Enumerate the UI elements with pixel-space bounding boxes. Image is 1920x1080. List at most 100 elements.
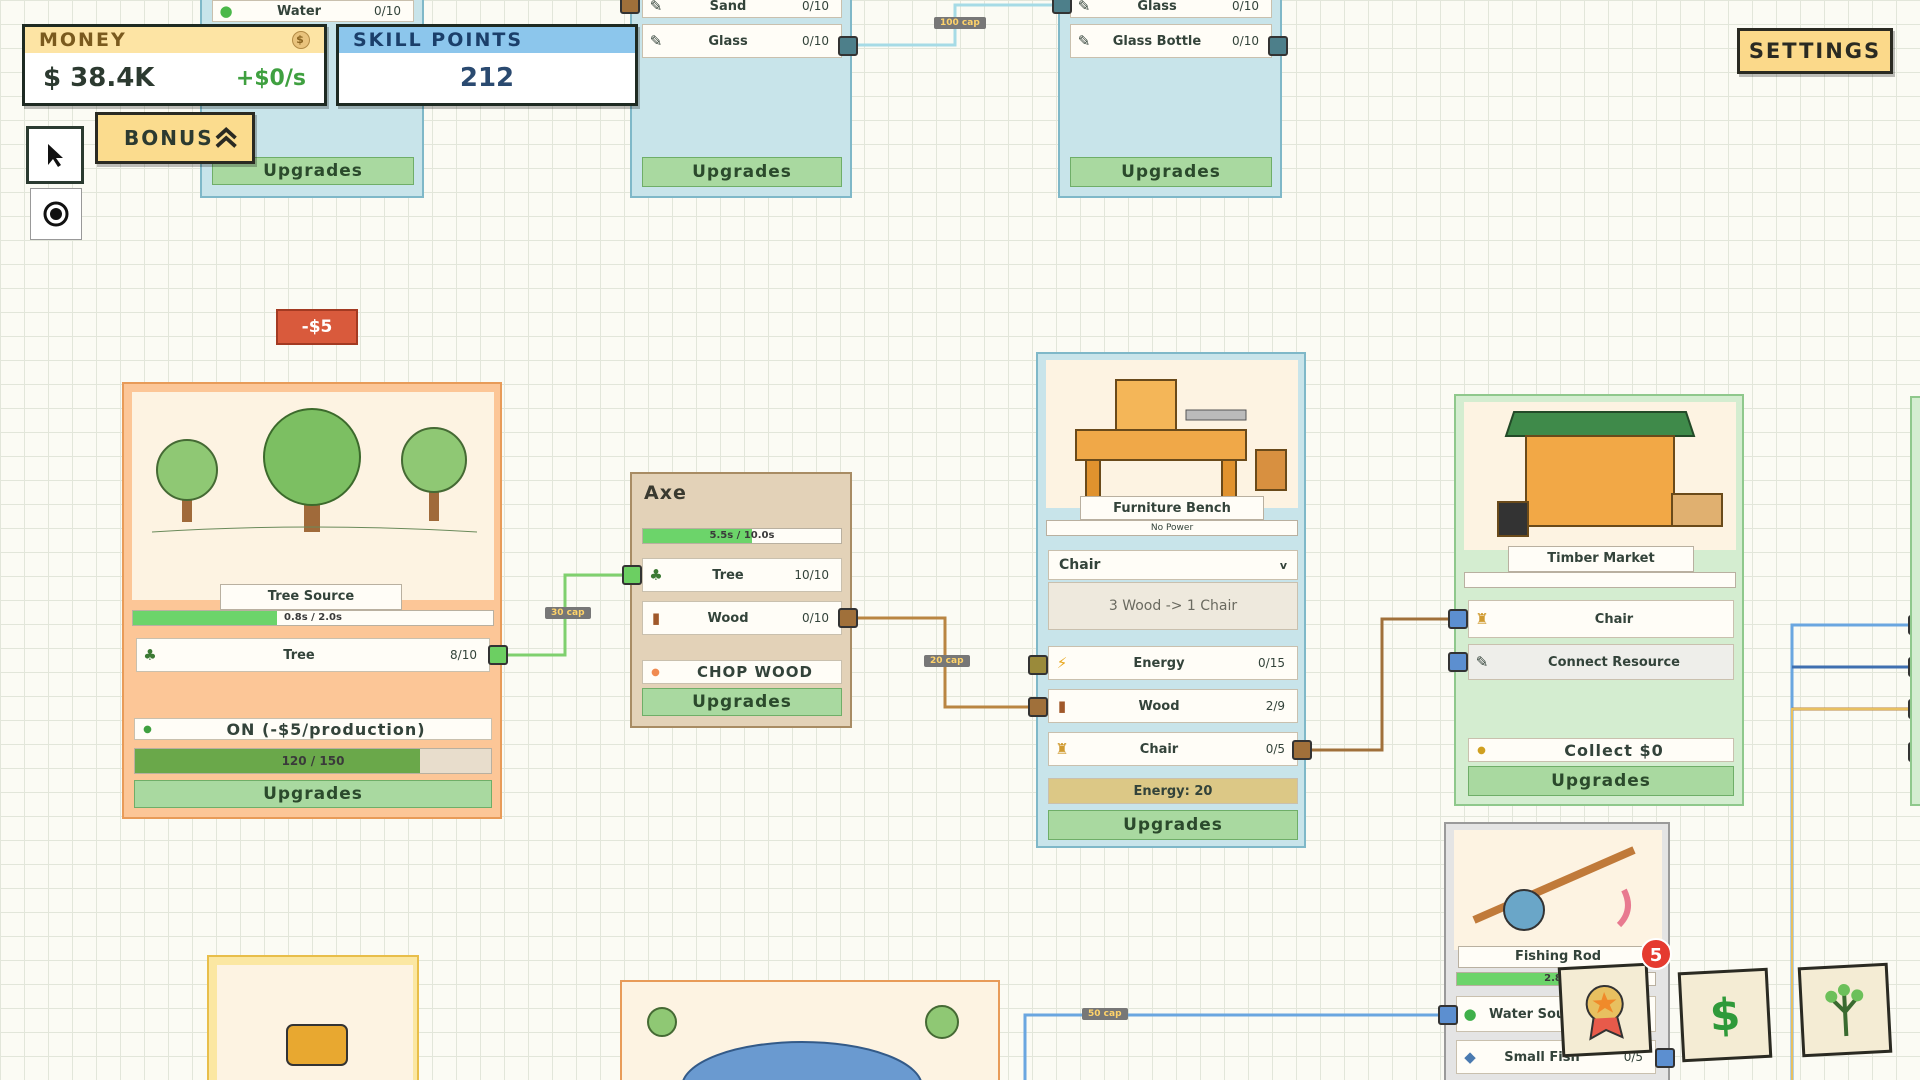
shop-button[interactable]: $ [1677,967,1773,1063]
skill-tree-button[interactable] [1797,962,1893,1058]
wood-log-icon: ▮ [1057,697,1067,715]
chair-icon: ♜ [1055,740,1069,758]
input-port[interactable] [1052,0,1072,14]
resource-row: ▮ Wood 2/9 [1048,689,1298,723]
top-card-glassblower[interactable]: ✎ Glass 0/10 ✎ Glass Bottle 0/10 Upgrade… [1058,0,1282,198]
production-toggle[interactable]: ● ON (-$5/production) [134,718,492,740]
pointer-tool-button[interactable] [26,126,84,184]
resource-row: ♣ Tree 10/10 [642,558,842,592]
toaster-card[interactable] [207,955,419,1080]
money-value: $ 38.4K [43,63,155,93]
input-port[interactable] [622,565,642,585]
upgrades-button[interactable]: Upgrades [1070,157,1272,187]
output-port[interactable] [1292,740,1312,760]
glass-icon: ✎ [649,32,663,50]
water-drop-icon: ● [1463,1005,1477,1023]
money-label: MONEY [39,29,127,51]
upgrades-button[interactable]: Upgrades [642,688,842,716]
energy-bar: Energy: 20 [1048,778,1298,804]
medal-icon [1585,985,1624,1041]
tree-source-card[interactable]: Tree Source 0.8s / 2.0s ♣ Tree 8/10 ● ON… [122,382,502,819]
card-title: Tree Source [220,584,402,610]
card-title: Axe [644,482,687,504]
row-label: Glass Bottle [1112,33,1202,49]
lightning-icon: ⚡ [1056,654,1068,672]
row-label: Tree [283,647,315,663]
row-count: 0/10 [802,34,829,48]
toaster-art [217,965,413,1080]
wire-bench-to-market [1300,617,1460,752]
recipe-select[interactable]: Chair v [1048,550,1298,580]
input-port[interactable] [1028,697,1048,717]
connect-resource-row[interactable]: ✎ Connect Resource [1468,644,1734,680]
lake-card[interactable] [620,980,1000,1080]
timber-market-card[interactable]: Timber Market ♜ Chair ✎ Connect Resource… [1454,394,1744,806]
upgrades-button[interactable]: Upgrades [642,157,842,187]
wire-capacity-tag: 30 cap [545,607,591,619]
action-label: CHOP WOOD [696,663,814,681]
output-port[interactable] [620,0,640,14]
resource-row: ⚡ Energy 0/15 [1048,646,1298,680]
resource-row: ✎ Sand 0/10 [642,0,842,18]
toggle-label: ON (-$5/production) [226,719,426,739]
status-dot-icon: ● [1477,744,1487,756]
row-label: Connect Resource [1548,654,1680,670]
lake-illustration [622,982,998,1080]
upgrades-button[interactable]: Upgrades [1468,766,1734,796]
production-progress: 5.5s / 10.0s [642,528,842,544]
row-count: 0/10 [802,0,829,13]
offscreen-card-edge [1910,396,1920,806]
svg-text:$: $ [1708,989,1741,1041]
recipe-info: 3 Wood -> 1 Chair [1048,582,1298,630]
double-chevron-up-icon [215,127,237,148]
row-label: Chair [1139,741,1179,757]
market-subtitle-bar [1464,572,1736,588]
fishing-rod-illustration [1454,830,1662,950]
input-port[interactable] [1448,652,1468,672]
cursor-icon [48,144,63,167]
input-port[interactable] [1028,655,1048,675]
fishing-rod-art [1454,830,1662,950]
money-rate: +$0/s [235,65,306,91]
input-port[interactable] [1448,609,1468,629]
energy-text: Energy: 20 [1133,783,1213,799]
coin-icon: $ [292,31,310,49]
row-label: Glass [708,33,748,49]
upgrades-button[interactable]: Upgrades [1048,810,1298,840]
input-port[interactable] [1438,1005,1458,1025]
row-label: Sand [709,0,747,14]
chair-icon: ♜ [1475,610,1489,628]
skill-points-value: 212 [459,63,515,93]
wire-capacity-tag: 20 cap [924,655,970,667]
bonus-button[interactable]: BONUS [95,112,255,164]
chop-wood-button[interactable]: ● CHOP WOOD [642,660,842,684]
row-count: 0/10 [802,611,829,625]
collect-label: Collect $0 [1564,740,1664,760]
status-dot-icon: ● [143,723,153,735]
resource-row: ♣ Tree 8/10 [136,638,490,672]
toaster-illustration [217,965,413,1080]
workbench-illustration [1046,360,1298,508]
output-port[interactable] [1268,36,1288,56]
row-count: 2/9 [1265,699,1285,713]
collect-button[interactable]: ● Collect $0 [1468,738,1734,762]
row-count: 0/5 [1265,742,1285,756]
top-card-glass-furnace[interactable]: ✎ Sand 0/10 ✎ Glass 0/10 Upgrades [630,0,852,198]
dollar-icon: $ [1708,989,1741,1041]
output-port[interactable] [488,645,508,665]
settings-button[interactable]: SETTINGS [1737,28,1893,74]
tree-icon: ♣ [143,646,157,664]
furniture-bench-card[interactable]: Furniture Bench No Power Chair v 3 Wood … [1036,352,1306,848]
axe-card[interactable]: Axe 5.5s / 10.0s ♣ Tree 10/10 ▮ Wood 0/1… [630,472,852,728]
output-port[interactable] [838,36,858,56]
output-port[interactable] [1655,1048,1675,1068]
record-tool-button[interactable] [30,188,82,240]
bonus-label: BONUS [124,126,214,150]
upgrades-button[interactable]: Upgrades [134,780,492,808]
recipe-text: 3 Wood -> 1 Chair [1108,598,1238,614]
resource-row: ✎ Glass Bottle 0/10 [1070,24,1272,58]
achievements-button[interactable] [1557,962,1653,1058]
output-port[interactable] [838,608,858,628]
link-icon: ✎ [1475,653,1489,671]
achievements-badge: 5 [1640,938,1672,970]
